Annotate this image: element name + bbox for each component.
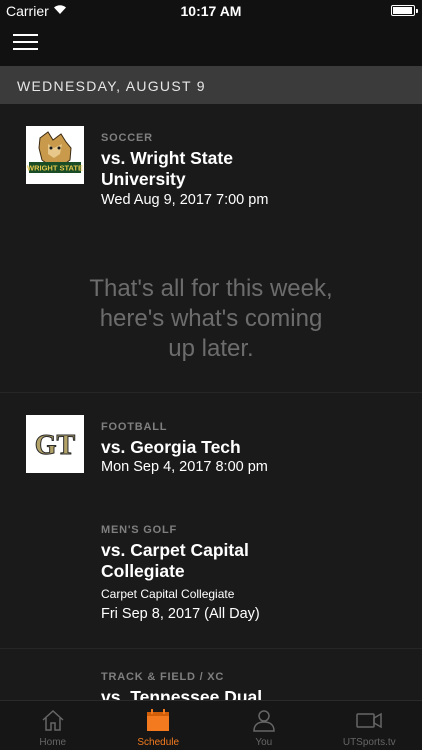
section-header: WEDNESDAY, AUGUST 9 — [0, 66, 422, 104]
person-icon — [252, 710, 275, 732]
home-icon — [42, 709, 64, 731]
wright-state-logo-text: WRIGHT STATE — [27, 164, 83, 173]
event-date: Mon Sep 4, 2017 8:00 pm — [101, 459, 268, 475]
event-sport: TRACK & FIELD / XC — [101, 671, 225, 683]
schedule-list[interactable]: WRIGHT STATE SOCCER vs. Wright State Uni… — [0, 104, 422, 700]
event-row-tennessee-dual[interactable]: TRACK & FIELD / XC vs. Tennessee Dual — [0, 649, 422, 700]
event-row-wright-state[interactable]: WRIGHT STATE SOCCER vs. Wright State Uni… — [0, 104, 422, 224]
event-title: vs. Georgia Tech — [101, 437, 401, 458]
event-title-line: vs. Tennessee Dual — [101, 687, 263, 700]
tab-utsports-tv[interactable]: UTSports.tv — [317, 701, 422, 750]
tab-schedule[interactable]: Schedule — [106, 701, 212, 750]
message-line: up later. — [168, 335, 254, 362]
calendar-icon — [147, 709, 170, 731]
status-bar: Carrier 10:17 AM — [0, 0, 422, 22]
event-title-line: vs. Carpet Capital — [101, 540, 249, 560]
event-sport: MEN'S GOLF — [101, 524, 178, 536]
event-sport: FOOTBALL — [101, 421, 168, 433]
event-title-line: Collegiate — [101, 561, 185, 581]
message-line: here's what's coming — [99, 305, 323, 332]
event-row-carpet-capital[interactable]: MEN'S GOLF vs. Carpet Capital Collegiate… — [0, 496, 422, 646]
video-camera-icon — [356, 712, 382, 729]
message-line: That's all for this week, — [89, 275, 333, 302]
hamburger-menu-icon[interactable] — [13, 34, 38, 54]
event-row-georgia-tech[interactable]: GT FOOTBALL vs. Georgia Tech Mon Sep 4, … — [0, 393, 422, 493]
wright-state-logo: WRIGHT STATE — [26, 126, 84, 184]
event-title-line: University — [101, 169, 186, 189]
tab-label: UTSports.tv — [342, 737, 396, 748]
event-title-line: vs. Georgia Tech — [101, 437, 241, 457]
georgia-tech-logo: GT — [26, 415, 84, 473]
event-date: Fri Sep 8, 2017 (All Day) — [101, 606, 260, 622]
date-header: WEDNESDAY, AUGUST 9 — [17, 78, 206, 94]
event-date: Wed Aug 9, 2017 7:00 pm — [101, 192, 269, 208]
georgia-tech-logo-text: GT — [35, 430, 76, 461]
event-sport: SOCCER — [101, 132, 153, 144]
tab-label: You — [255, 737, 273, 748]
status-time: 10:17 AM — [180, 3, 242, 19]
battery-icon — [391, 5, 418, 16]
tab-bar: Home Schedule You UTSports.tv — [0, 700, 422, 750]
event-title: vs. Wright State University — [101, 148, 401, 190]
event-title: vs. Carpet Capital Collegiate — [101, 540, 401, 582]
tab-you[interactable]: You — [211, 701, 317, 750]
nav-bar — [0, 22, 422, 66]
week-end-message: That's all for this week, here's what's … — [0, 274, 422, 364]
event-venue: Carpet Capital Collegiate — [101, 587, 235, 601]
event-title: vs. Tennessee Dual — [101, 687, 401, 700]
tab-home[interactable]: Home — [0, 701, 106, 750]
tab-label: Home — [39, 737, 67, 748]
tab-label: Schedule — [137, 737, 180, 748]
event-title-line: vs. Wright State — [101, 148, 233, 168]
